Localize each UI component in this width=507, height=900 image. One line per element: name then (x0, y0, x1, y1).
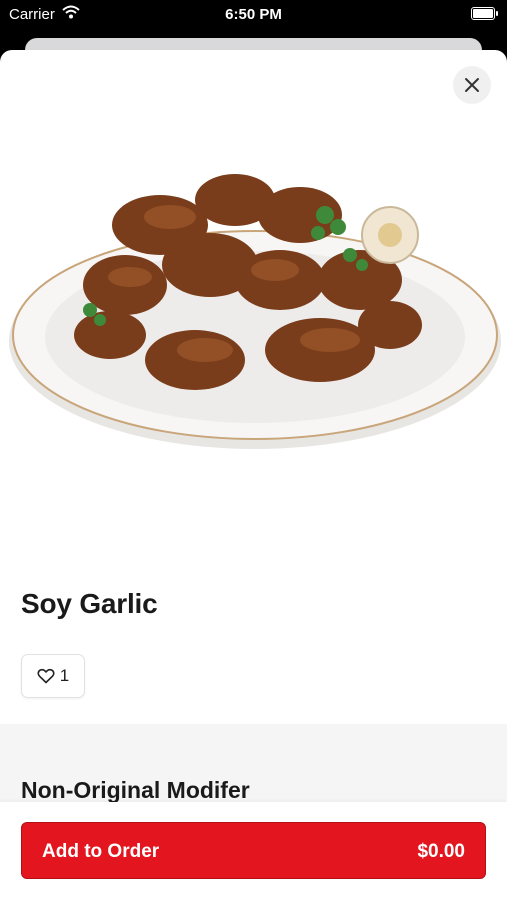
order-price: $0.00 (417, 841, 465, 862)
status-bar: Carrier 6:50 PM (0, 0, 507, 30)
close-icon (465, 78, 479, 92)
status-time: 6:50 PM (225, 6, 282, 23)
add-to-order-button[interactable]: Add to Order $0.00 (21, 822, 486, 879)
bottom-bar: Add to Order $0.00 (0, 802, 507, 900)
battery-icon (471, 7, 498, 20)
modifier-title: Non-Original Modifer (21, 777, 250, 803)
add-to-order-label: Add to Order (42, 841, 160, 862)
like-count: 1 (59, 666, 70, 685)
heart-icon (37, 668, 55, 684)
close-button[interactable] (453, 66, 491, 104)
product-image (9, 174, 501, 449)
product-sheet: Soy Garlic 1 Non-Original Modifer Add to… (0, 50, 507, 900)
product-title: Soy Garlic (21, 588, 158, 619)
like-button[interactable]: 1 (21, 654, 85, 698)
